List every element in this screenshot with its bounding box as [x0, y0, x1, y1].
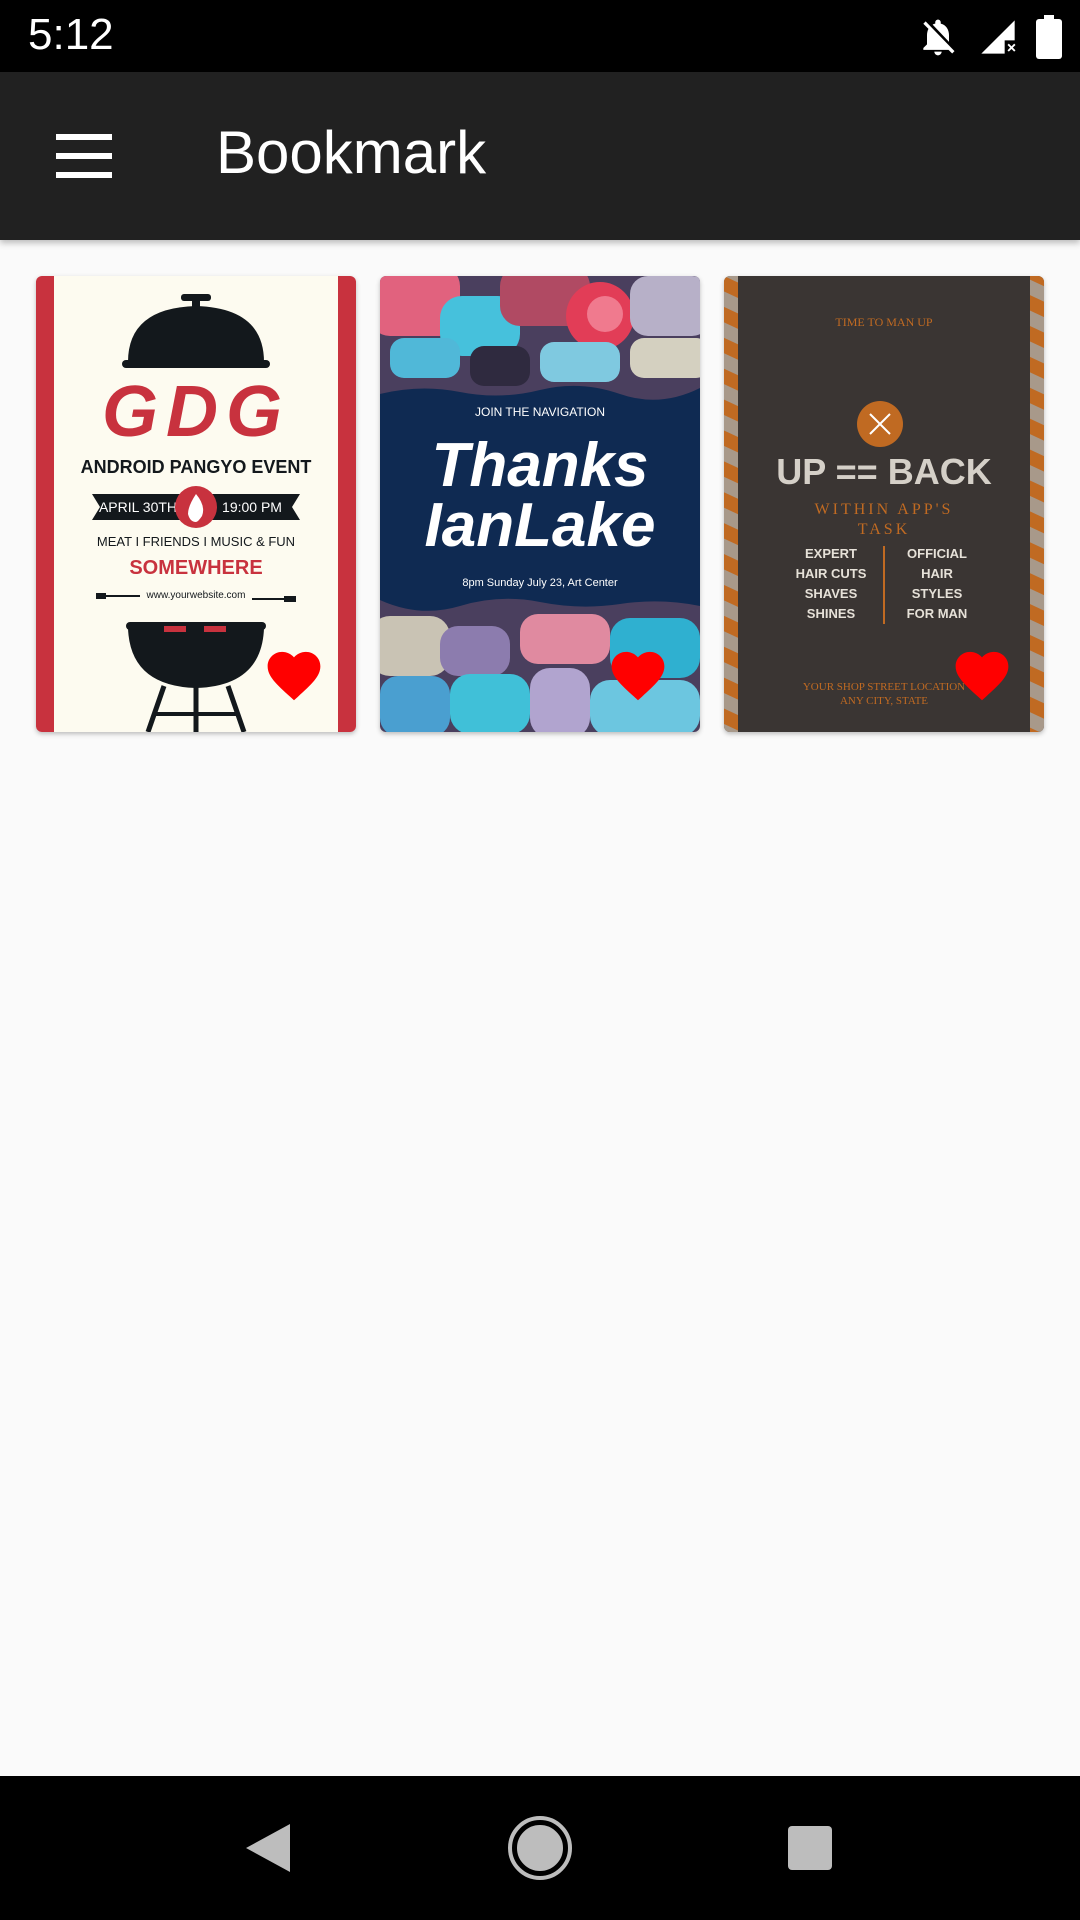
page-title: Bookmark — [216, 119, 487, 186]
ianlake-title-2: IanLake — [425, 491, 656, 560]
upback-left-2: HAIR CUTS — [796, 566, 867, 581]
hamburger-menu-icon[interactable] — [40, 118, 128, 194]
upback-right-1: OFFICIAL — [907, 546, 967, 561]
gdg-url: www.yourwebsite.com — [146, 590, 246, 601]
status-time: 5:12 — [28, 10, 114, 59]
status-icons — [916, 12, 1062, 62]
recents-square-icon[interactable] — [770, 1808, 850, 1888]
home-circle-icon[interactable] — [500, 1808, 580, 1888]
upback-kicker: TIME TO MAN UP — [835, 315, 933, 329]
gdg-time: 19:00 PM — [222, 499, 282, 515]
signal-no-data-icon — [978, 15, 1018, 59]
upback-sub-2: TASK — [858, 521, 911, 538]
heart-bookmark-icon[interactable] — [262, 644, 326, 702]
app-bar: Bookmark — [0, 72, 1080, 240]
upback-title: UP == BACK — [776, 451, 991, 492]
gdg-tags: MEAT I FRIENDS I MUSIC & FUN — [97, 534, 295, 549]
system-nav-bar — [0, 1776, 1080, 1920]
notifications-off-icon — [916, 15, 960, 59]
upback-left-1: EXPERT — [805, 546, 857, 561]
upback-right-2: HAIR — [921, 566, 953, 581]
upback-address-2: ANY CITY, STATE — [840, 695, 928, 707]
gdg-place: SOMEWHERE — [129, 557, 262, 579]
upback-right-3: STYLES — [912, 586, 963, 601]
heart-bookmark-icon[interactable] — [950, 644, 1014, 702]
upback-address-1: YOUR SHOP STREET LOCATION — [803, 681, 965, 693]
upback-sub-1: WITHIN APP'S — [815, 501, 954, 518]
upback-right-4: FOR MAN — [907, 606, 968, 621]
ianlake-kicker: JOIN THE NAVIGATION — [475, 405, 605, 419]
ianlake-title-1: Thanks — [431, 431, 648, 500]
bookmark-card-upback[interactable]: TIME TO MAN UP UP == BACK WITHIN APP'S T… — [724, 276, 1044, 732]
upback-left-3: SHAVES — [805, 586, 858, 601]
bookmark-card-gdg[interactable]: GDG ANDROID PANGYO EVENT APRIL 30TH 19:0… — [36, 276, 356, 732]
upback-left-4: SHINES — [807, 606, 856, 621]
bookmark-card-ianlake[interactable]: JOIN THE NAVIGATION Thanks IanLake 8pm S… — [380, 276, 700, 732]
gdg-title: GDG — [102, 372, 290, 452]
status-bar: 5:12 — [0, 0, 1080, 72]
battery-full-icon — [1036, 15, 1062, 59]
gdg-event: ANDROID PANGYO EVENT — [81, 457, 312, 477]
heart-bookmark-icon[interactable] — [606, 644, 670, 702]
gdg-date: APRIL 30TH — [99, 499, 177, 515]
back-triangle-icon[interactable] — [230, 1808, 310, 1888]
ianlake-sub: 8pm Sunday July 23, Art Center — [462, 577, 618, 589]
